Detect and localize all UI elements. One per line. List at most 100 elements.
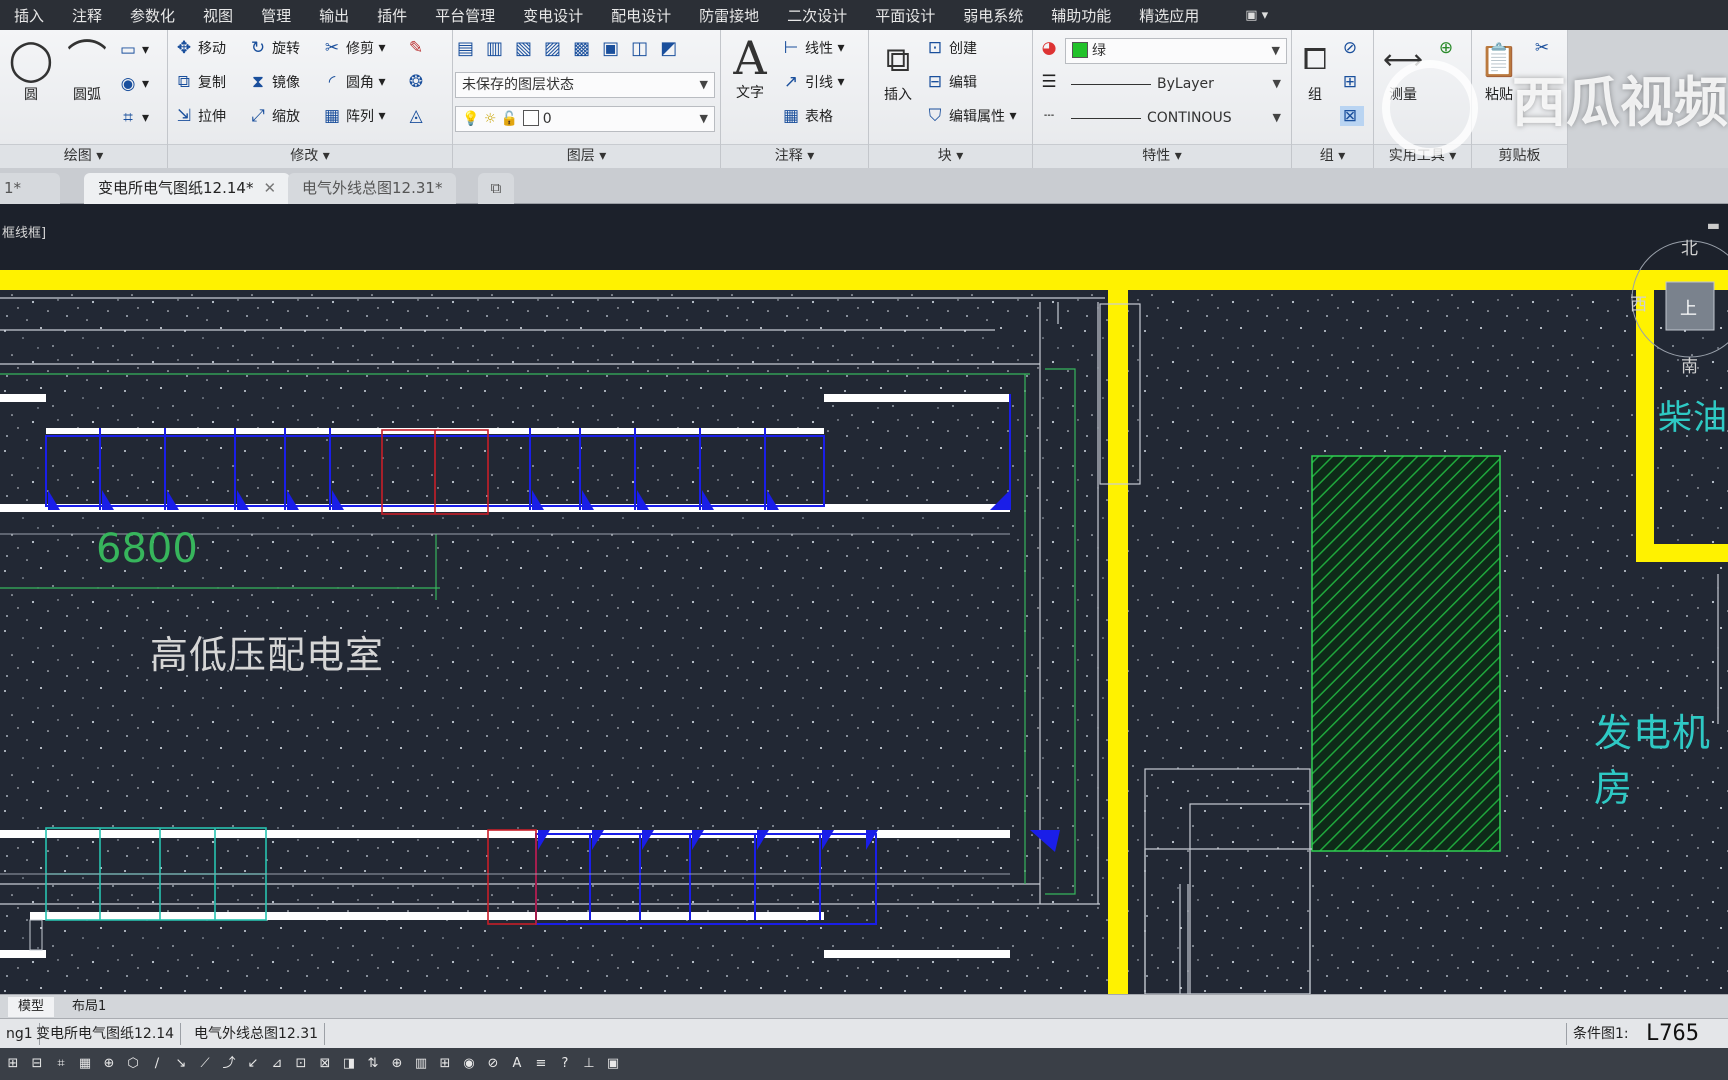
trim-button[interactable]: ✂ 修剪 ▾ [322,38,386,58]
file-tab-substation[interactable]: 变电所电气图纸12.14* ✕ [84,173,291,204]
polar-icon[interactable]: ⊕ [100,1055,118,1073]
insert-block-button[interactable]: ⧉ 插入 [873,36,923,104]
rectangle-button[interactable]: ▭ ▾ [118,40,149,60]
layer-tools-row[interactable]: ▤ ▥ ▧ ▨ ▩ ▣ ◫ ◩ [457,38,689,59]
menu-item-6[interactable]: 插件 [377,5,407,26]
edit-block-button[interactable]: ⊟ 编辑 [925,72,977,92]
menu-item-12[interactable]: 平面设计 [875,5,935,26]
tab-model[interactable]: 模型 [8,997,55,1017]
text-button[interactable]: A 文字 [725,34,775,102]
rotate-button[interactable]: ↻ 旋转 [248,38,300,58]
block-panel-title[interactable]: 块 ▾ [869,144,1032,168]
lineweight-icon-button[interactable]: ☰ [1039,72,1063,92]
osnap-icon[interactable]: ⬡ [124,1055,142,1073]
sync-icon[interactable]: ⇅ [364,1055,382,1073]
create-block-button[interactable]: ⊡ 创建 [925,38,977,58]
help-icon[interactable]: ? [556,1055,574,1073]
workspace-switch-button[interactable]: ▣ ▾ [1245,8,1268,23]
menu-item-5[interactable]: 输出 [319,5,349,26]
lock-icon[interactable]: ⊥ [580,1055,598,1073]
menu-item-0[interactable]: 插入 [14,5,44,26]
file-tab-external-lines[interactable]: 电气外线总图12.31* [288,173,457,204]
circle-button[interactable]: ◯ 圆 [6,36,56,104]
region-button[interactable]: ⌗ ▾ [118,108,149,128]
properties-panel-title[interactable]: 特性 ▾ [1033,144,1291,168]
linear-dim-button[interactable]: ⊢ 线性 ▾ [781,38,845,58]
array-button[interactable]: ▦ 阵列 ▾ [322,106,386,126]
menu-item-15[interactable]: 精选应用 [1139,5,1199,26]
transparency-icon[interactable]: ↙ [244,1055,262,1073]
otrack-icon[interactable]: ∕ [148,1055,166,1073]
group-select-button[interactable]: ⊠ [1340,106,1364,126]
explode-button[interactable]: ❂ [406,72,430,92]
compass-south[interactable]: 南 [1681,352,1698,377]
menu-item-3[interactable]: 视图 [203,5,233,26]
model-space-icon[interactable]: ◨ [340,1055,358,1073]
move-button[interactable]: ✥ 移动 [174,38,226,58]
table-button[interactable]: ▦ 表格 [781,106,833,126]
erase-button[interactable]: ✎ [406,38,430,58]
linetype-icon-button[interactable]: ┄ [1039,106,1063,126]
isolate-icon[interactable]: ⊕ [388,1055,406,1073]
drawing-canvas[interactable]: 框线框] ▬ 6800 高低压配电室 发电机房 柴油 北 西 南 上 [0,204,1728,994]
ungroup-button[interactable]: ⊘ [1340,38,1364,58]
autoscale-icon[interactable]: ⊘ [484,1055,502,1073]
compass-north[interactable]: 北 [1681,234,1698,259]
hatch-button[interactable]: ◉ ▾ [118,74,149,94]
menu-item-14[interactable]: 辅助功能 [1051,5,1111,26]
linetype-dropdown[interactable]: CONTINOUS ▼ [1065,106,1287,132]
snap-icon[interactable]: ⊟ [28,1055,46,1073]
layers-panel-title[interactable]: 图层 ▾ [453,144,720,168]
fullscreen-icon[interactable]: ▣ [604,1055,622,1073]
stretch-button[interactable]: ⇲ 拉伸 [174,106,226,126]
menu-item-10[interactable]: 防雷接地 [699,5,759,26]
menu-item-1[interactable]: 注释 [72,5,102,26]
modify-panel-title[interactable]: 修改 ▾ [168,144,452,168]
dyn-icon[interactable]: ⟋ [196,1055,214,1073]
match-properties-button[interactable]: ◕ [1039,38,1063,58]
menu-item-4[interactable]: 管理 [261,5,291,26]
am-icon[interactable]: ⊠ [316,1055,334,1073]
layer-state-dropdown[interactable]: 未保存的图层状态 ▼ [455,72,715,98]
arc-button[interactable]: ⌒ 圆弧 [62,36,112,104]
fillet-button[interactable]: ◜ 圆角 ▾ [322,72,386,92]
clean-screen-icon[interactable]: ⊞ [436,1055,454,1073]
workspace-icon[interactable]: ≡ [532,1055,550,1073]
grid-icon[interactable]: ⌗ [52,1055,70,1073]
draw-panel-title[interactable]: 绘图 ▾ [0,144,167,168]
annotation-visibility-icon[interactable]: ◉ [460,1055,478,1073]
annotation-scale-icon[interactable]: A [508,1055,526,1073]
lineweight-dropdown[interactable]: ByLayer ▼ [1065,72,1287,98]
menu-item-8[interactable]: 变电设计 [523,5,583,26]
menu-item-11[interactable]: 二次设计 [787,5,847,26]
file-tab-1[interactable]: 1* [0,173,60,204]
edit-attributes-button[interactable]: ⛉ 编辑属性 ▾ [925,106,1017,126]
annotation-panel-title[interactable]: 注释 ▾ [721,144,868,168]
menu-item-2[interactable]: 参数化 [130,5,175,26]
doc-tab-substation[interactable]: 变电所电气图纸12.14 [30,1023,182,1045]
menu-item-13[interactable]: 弱电系统 [963,5,1023,26]
lineweight-icon[interactable]: ⤴ [220,1055,238,1073]
new-tab-button[interactable]: ⧉ [478,173,514,204]
scale-button[interactable]: ⤢ 缩放 [248,106,300,126]
viewport-minimize[interactable]: ▬ [1707,218,1720,234]
copy-button[interactable]: ⧉ 复制 [174,72,226,92]
ortho-icon[interactable]: ▦ [76,1055,94,1073]
group-panel-title[interactable]: 组 ▾ [1292,144,1373,168]
leader-button[interactable]: ↗ 引线 ▾ [781,72,845,92]
infer-icon[interactable]: ⊞ [4,1055,22,1073]
viewport-controls-label[interactable]: 框线框] [2,222,46,241]
hardware-icon[interactable]: ▥ [412,1055,430,1073]
qp-icon[interactable]: ⊿ [268,1055,286,1073]
tab-layout1[interactable]: 布局1 [62,997,116,1017]
ducs-icon[interactable]: ↘ [172,1055,190,1073]
sc-icon[interactable]: ⊡ [292,1055,310,1073]
offset-button[interactable]: ◬ [406,106,430,126]
mirror-button[interactable]: ⧗ 镜像 [248,72,300,92]
viewcube-top-label[interactable]: 上 [1680,294,1697,319]
layer-dropdown[interactable]: 💡 ☼ 🔓 0 ▼ [455,106,715,132]
doc-tab-external-lines[interactable]: 电气外线总图12.31 [188,1023,326,1045]
menu-item-7[interactable]: 平台管理 [435,5,495,26]
compass-west[interactable]: 西 [1630,290,1647,315]
color-dropdown[interactable]: 绿 ▼ [1065,38,1287,64]
